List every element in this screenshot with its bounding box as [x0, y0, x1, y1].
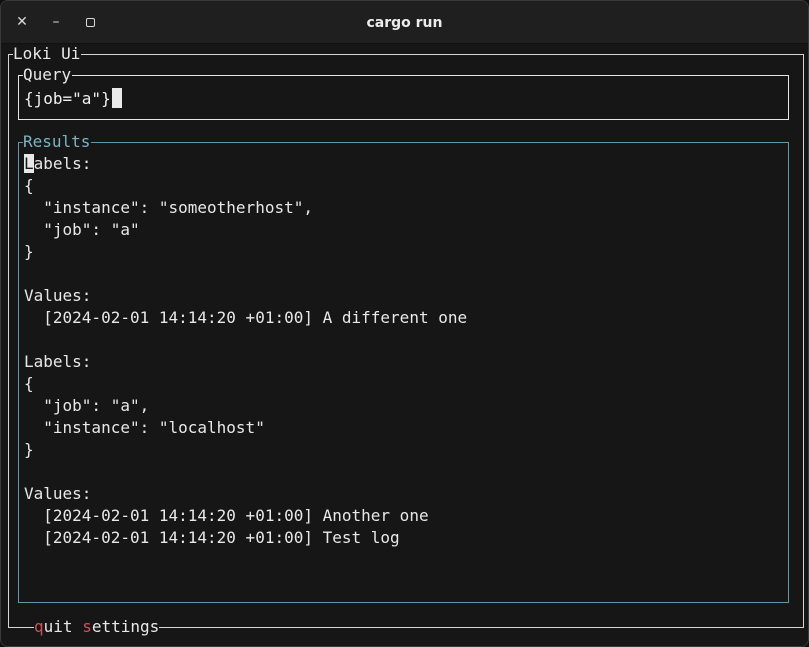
footer-hotkeys: quit settings — [34, 616, 160, 638]
terminal-content: Loki Ui Query {job="a"} Results Labels: {… — [1, 44, 808, 646]
result-line — [24, 461, 467, 483]
result-line: Values: — [24, 286, 92, 305]
result-line: } — [24, 242, 34, 261]
result-line: { — [24, 374, 34, 393]
result-line: Labels: — [24, 352, 92, 371]
result-line — [24, 263, 467, 285]
result-line: [2024-02-01 14:14:20 +01:00] Another one — [24, 506, 429, 525]
result-line: Values: — [24, 484, 92, 503]
result-line — [24, 329, 467, 351]
result-line: "job": "a", — [24, 396, 150, 415]
result-line: Labels: — [24, 154, 92, 173]
terminal-window: ✕ – cargo run Loki Ui Query {job="a"} Re… — [0, 0, 809, 647]
results-list: Labels: { "instance": "someotherhost", "j… — [24, 153, 467, 549]
text-cursor — [111, 88, 122, 108]
result-line: "job": "a" — [24, 220, 140, 239]
quit-hotkey[interactable]: quit — [34, 617, 73, 636]
app-title: Loki Ui — [13, 44, 82, 64]
result-line: { — [24, 176, 34, 195]
query-title: Query — [23, 65, 73, 85]
result-line: [2024-02-01 14:14:20 +01:00] Test log — [24, 528, 400, 547]
result-line: } — [24, 440, 34, 459]
selection-cursor: L — [24, 154, 34, 173]
results-box[interactable]: Results Labels: { "instance": "someotherh… — [18, 132, 789, 603]
query-input[interactable]: {job="a"} — [24, 89, 111, 108]
settings-hotkey[interactable]: settings — [82, 617, 159, 636]
title-bar: ✕ – cargo run — [1, 1, 808, 44]
query-box[interactable]: Query {job="a"} — [18, 65, 789, 120]
results-title: Results — [23, 132, 92, 152]
window-title: cargo run — [366, 15, 443, 31]
result-line: "instance": "localhost" — [24, 418, 265, 437]
result-line: [2024-02-01 14:14:20 +01:00] A different… — [24, 308, 468, 327]
result-line: "instance": "someotherhost", — [24, 198, 313, 217]
